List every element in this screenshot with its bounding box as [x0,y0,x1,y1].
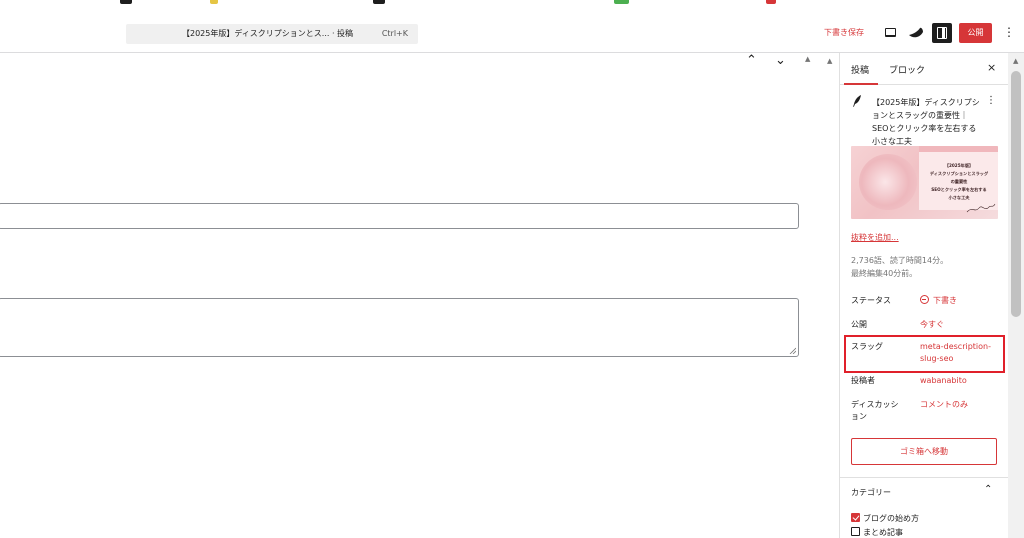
discussion-label-line: ョン [851,412,867,421]
checkbox-checked[interactable] [851,513,860,522]
status-value[interactable]: 下書き [920,295,957,307]
discussion-label-line: ディスカッシ [851,400,899,409]
featured-image-text-line: 小さな工夫 [948,195,970,200]
status-value-text: 下書き [933,296,957,305]
last-edited-text: 最終編集40分前。 [851,269,918,278]
chevron-up-icon[interactable]: ⌃ [984,484,992,495]
editor-canvas: ⌃ ⌄ ▲ [0,53,822,538]
checkbox-unchecked[interactable] [851,527,860,536]
signature-mark [966,203,996,213]
category-item[interactable]: まとめ記事 [851,527,903,538]
post-title: 【2025年版】ディスクリプションとスラッグの重要性｜SEOとクリック率を左右す… [872,98,980,146]
featured-image-text-line: 【2025年版】 [944,163,974,168]
resize-handle-icon[interactable] [789,347,796,354]
editor-header: 【2025年版】ディスクリプションとス... · 投稿 Ctrl+K 下書き保存… [0,10,1024,53]
post-quill-icon [853,95,861,107]
category-item-label: ブログの始め方 [863,514,919,523]
scrollbar-thumb[interactable] [1011,71,1021,317]
featured-image-text-line: SEOとクリック率を左右する [931,187,987,192]
featured-image-text: 【2025年版】 ディスクリプションとスラッグ の重要性 SEOとクリック率を左… [921,162,997,202]
jetpack-icon[interactable] [908,26,924,40]
panel-divider [840,477,1008,478]
discussion-value[interactable]: コメントのみ [920,399,968,411]
settings-sidebar: 投稿 ブロック × 【2025年版】ディスクリプションとスラッグの重要性｜SEO… [840,53,1008,538]
featured-image-text-line: ディスクリプションとスラッグ [929,171,989,176]
toolbar-fragment-icon [120,0,132,4]
scroll-up-arrow-icon[interactable]: ▲ [1013,57,1018,65]
featured-image-text-line: の重要性 [950,179,968,184]
publish-label: 公開 [851,320,867,329]
text-input-field[interactable] [0,203,799,229]
featured-image[interactable]: 【2025年版】 ディスクリプションとスラッグ の重要性 SEOとクリック率を左… [851,146,998,219]
toolbar-fragment-icon [373,0,385,4]
tab-block[interactable]: ブロック [889,63,925,76]
editor-scrollbar[interactable]: ▲ [822,53,840,538]
chevron-up-icon[interactable]: ⌃ [746,53,757,68]
active-tab-indicator [844,83,878,85]
collapse-arrow-icon[interactable]: ▲ [805,55,810,63]
toolbar-fragment-icon [614,0,629,4]
toolbar-fragment-icon [210,0,218,4]
status-label: ステータス [851,296,891,305]
sidebar-scrollbar[interactable]: ▲ [1008,53,1024,538]
options-menu-icon[interactable]: ⋮ [1003,24,1015,40]
category-item-label: まとめ記事 [863,528,903,537]
chevron-down-icon[interactable]: ⌄ [775,53,786,68]
publish-button[interactable]: 公開 [959,23,992,43]
slug-highlight-box [844,335,1005,373]
discussion-label: ディスカッシ ョン [851,399,898,423]
save-draft-button[interactable]: 下書き保存 [824,27,864,38]
textarea-field[interactable] [0,298,799,357]
editor-screen: 【2025年版】ディスクリプションとス... · 投稿 Ctrl+K 下書き保存… [0,0,1024,538]
author-value[interactable]: wabanabito [920,375,967,387]
close-icon[interactable]: × [987,61,996,74]
command-shortcut: Ctrl+K [381,29,408,38]
post-actions-menu-icon[interactable]: ⋮ [986,95,996,106]
word-count-text: 2,736語、読了時間14分。 [851,256,949,265]
toolbar-fragment-icon [766,0,776,4]
command-title: 【2025年版】ディスクリプションとス... · 投稿 [182,29,354,38]
tab-post[interactable]: 投稿 [851,63,869,76]
top-strip [0,0,1024,10]
add-excerpt-link[interactable]: 抜粋を追加... [851,232,899,243]
scroll-up-arrow-icon[interactable]: ▲ [827,57,832,65]
categories-panel-title[interactable]: カテゴリー [851,487,891,498]
preview-icon[interactable] [885,28,896,37]
publish-value[interactable]: 今すぐ [920,319,944,331]
move-to-trash-button[interactable]: ゴミ箱へ移動 [851,438,997,465]
category-item[interactable]: ブログの始め方 [851,513,919,525]
featured-image-flowers [859,154,917,210]
draft-status-icon [920,295,929,304]
settings-sidebar-toggle-icon[interactable] [932,23,952,43]
author-label: 投稿者 [851,376,875,385]
sidebar-tabs: 投稿 ブロック × [840,53,1008,85]
command-palette-button[interactable]: 【2025年版】ディスクリプションとス... · 投稿 Ctrl+K [126,24,418,44]
